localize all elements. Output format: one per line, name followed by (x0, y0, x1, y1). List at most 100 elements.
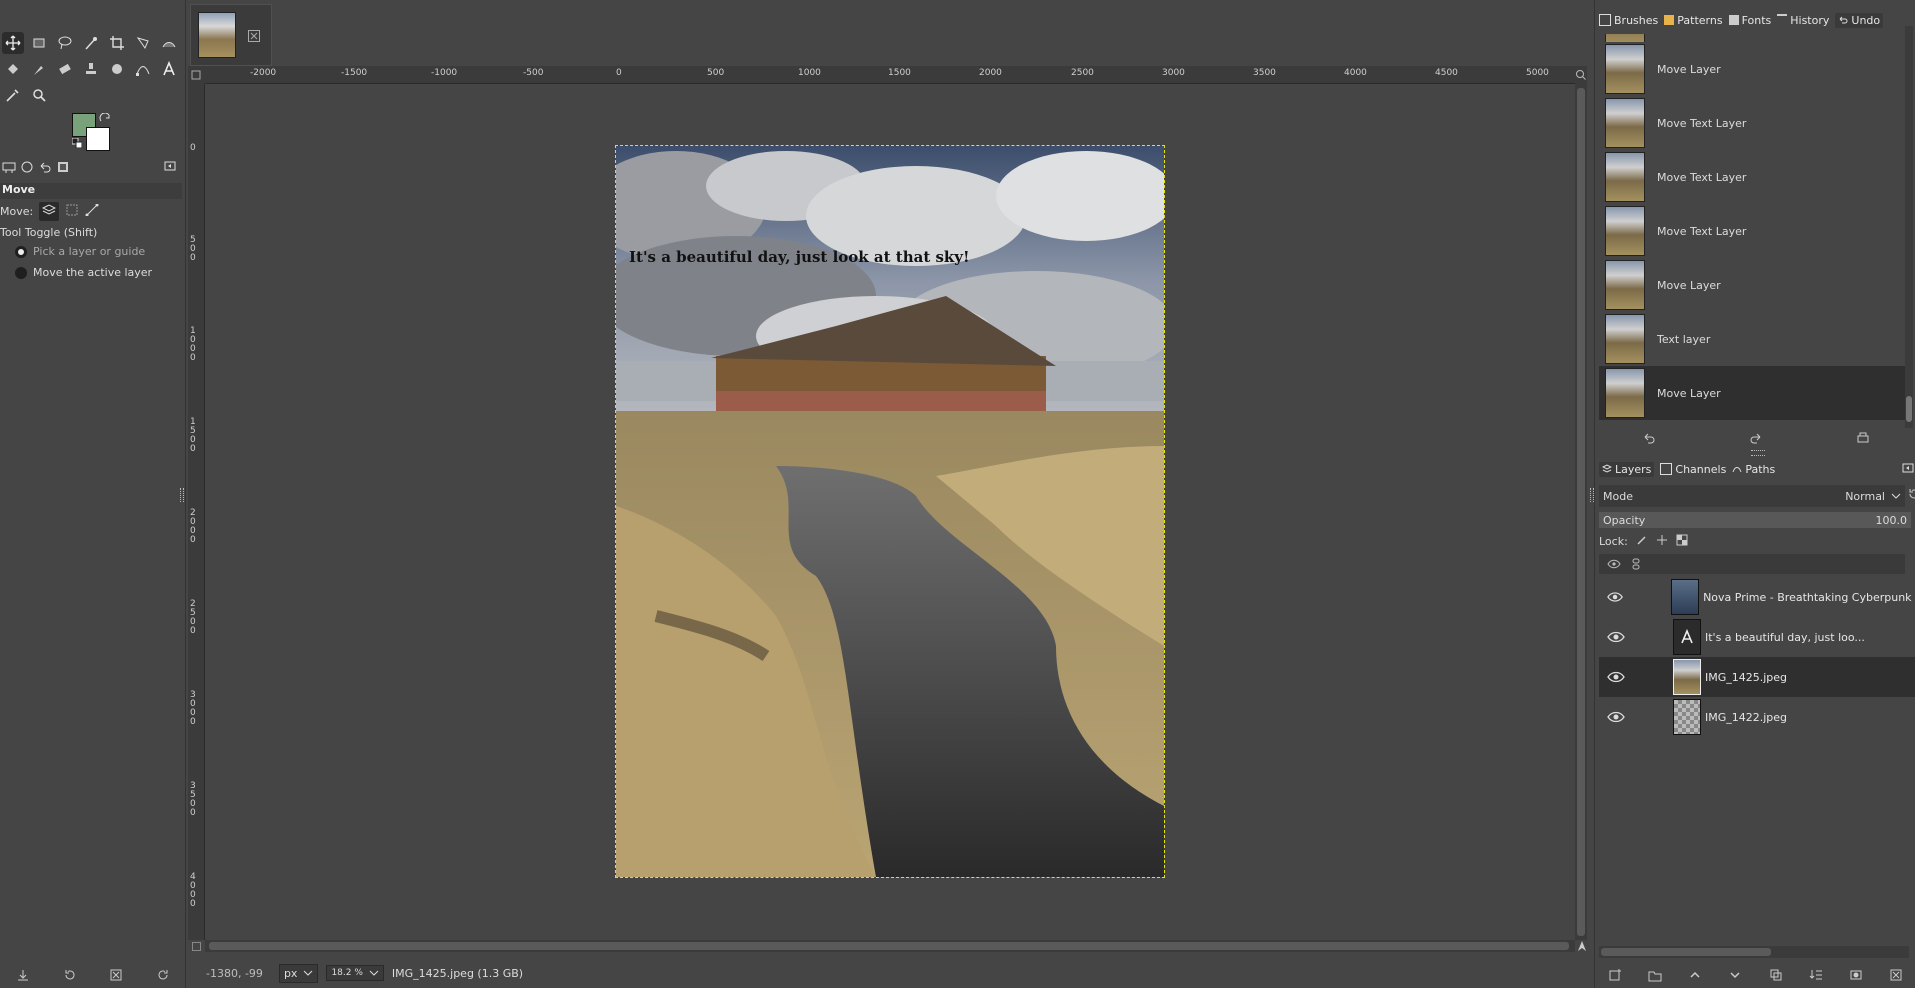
tab-brushes[interactable]: Brushes (1599, 14, 1658, 27)
horizontal-scrollbar[interactable] (205, 940, 1575, 952)
image-caption-text[interactable]: It's a beautiful day, just look at that … (629, 248, 970, 266)
quick-mask-toggle[interactable] (192, 942, 201, 951)
move-active-layer-radio[interactable]: Move the active layer (15, 266, 152, 279)
configure-tab-icon[interactable] (1902, 462, 1914, 477)
layer-row[interactable]: IMG_1422.jpeg (1599, 697, 1915, 737)
move-selection-mode-icon[interactable] (65, 204, 79, 219)
paths-tool-icon[interactable] (132, 58, 154, 80)
new-layer-icon[interactable] (1608, 968, 1622, 982)
swap-colors-icon[interactable] (99, 112, 111, 128)
ruler-corner[interactable] (188, 66, 205, 84)
pick-layer-radio[interactable]: Pick a layer or guide (15, 245, 145, 258)
smudge-tool-icon[interactable] (106, 58, 128, 80)
tab-patterns[interactable]: Patterns (1664, 14, 1723, 27)
layer-row[interactable]: It's a beautiful day, just loo... (1599, 617, 1915, 657)
eye-icon[interactable] (1607, 671, 1625, 683)
transform-tool-icon[interactable] (132, 32, 154, 54)
configure-tab-icon[interactable] (164, 160, 176, 178)
tab-fonts[interactable]: Fonts (1728, 14, 1771, 27)
lock-pixels-icon[interactable] (1636, 534, 1648, 549)
layer-name: Nova Prime - Breathtaking Cyberpunk Amb (1703, 590, 1915, 604)
layer-mask-icon[interactable] (1849, 968, 1863, 982)
layer-row[interactable]: IMG_1425.jpeg (1599, 657, 1915, 697)
toolbox-resize-grip[interactable] (180, 488, 184, 502)
zoom-corner-icon[interactable] (1575, 66, 1587, 84)
layer-row[interactable]: Nova Prime - Breathtaking Cyberpunk Amb (1599, 577, 1915, 617)
pick-layer-radio-dot[interactable] (15, 245, 27, 258)
tab-channels[interactable]: Channels (1660, 463, 1726, 476)
close-tab-icon[interactable] (248, 30, 260, 45)
eraser-tool-icon[interactable] (54, 58, 76, 80)
vertical-scroll-thumb[interactable] (1577, 88, 1585, 936)
redo-icon[interactable] (1749, 431, 1763, 445)
tab-layers[interactable]: Layers (1599, 461, 1655, 477)
paintbrush-tool-icon[interactable] (28, 58, 50, 80)
save-options-icon[interactable] (16, 968, 30, 982)
tab-undo[interactable]: Undo (1835, 12, 1884, 28)
delete-layer-icon[interactable] (1889, 968, 1903, 982)
vruler-label: 1500 (190, 417, 196, 454)
history-item[interactable]: Move Text Layer (1599, 204, 1905, 258)
unit-select[interactable]: px (278, 963, 319, 983)
tab-paths[interactable]: Paths (1732, 463, 1775, 476)
tool-options-tab-icon[interactable] (2, 160, 16, 178)
bucket-fill-tool-icon[interactable] (2, 58, 24, 80)
history-item[interactable]: Move Text Layer (1599, 96, 1905, 150)
vertical-scrollbar[interactable] (1575, 84, 1587, 940)
move-layer-mode-icon[interactable] (39, 202, 60, 221)
horizontal-scroll-thumb[interactable] (209, 942, 1569, 950)
images-tab-icon[interactable] (56, 160, 70, 178)
move-active-layer-radio-dot[interactable] (15, 266, 27, 279)
history-item[interactable]: Move Layer (1599, 366, 1905, 420)
undo-icon[interactable] (1642, 431, 1656, 445)
eye-icon[interactable] (1607, 711, 1625, 723)
reset-options-icon[interactable] (156, 968, 170, 982)
move-tool-icon[interactable] (2, 32, 24, 54)
zoom-tool-icon[interactable] (28, 84, 50, 106)
history-scrollbar[interactable] (1905, 26, 1913, 428)
dock-resize-grip[interactable] (1751, 450, 1765, 456)
eye-icon[interactable] (1607, 591, 1623, 603)
history-item[interactable]: Move Layer (1599, 42, 1905, 96)
rect-select-tool-icon[interactable] (28, 32, 50, 54)
lock-alpha-icon[interactable] (1676, 534, 1688, 549)
clear-history-icon[interactable] (1856, 431, 1870, 445)
navigate-icon[interactable] (1577, 940, 1587, 955)
delete-options-icon[interactable] (109, 968, 123, 982)
duplicate-layer-icon[interactable] (1769, 968, 1783, 982)
history-item[interactable]: Move Layer (1599, 258, 1905, 312)
clone-tool-icon[interactable] (80, 58, 102, 80)
lower-layer-icon[interactable] (1728, 968, 1742, 982)
crop-tool-icon[interactable] (106, 32, 128, 54)
fuzzy-select-tool-icon[interactable] (80, 32, 102, 54)
color-picker-tool-icon[interactable] (2, 84, 24, 106)
zoom-select[interactable]: 18.2 % (326, 965, 384, 981)
new-layer-group-icon[interactable] (1648, 968, 1662, 982)
history-item[interactable]: Text layer (1599, 312, 1905, 366)
layers-hscroll-thumb[interactable] (1601, 948, 1771, 956)
dock-side-grip[interactable] (1590, 488, 1594, 502)
history-item[interactable]: Move Text Layer (1599, 150, 1905, 204)
background-color-swatch[interactable] (86, 127, 110, 151)
default-colors-icon[interactable] (71, 137, 83, 151)
horizontal-ruler[interactable]: -2000 -1500 -1000 -500 0 500 1000 1500 2… (205, 66, 1575, 84)
lasso-tool-icon[interactable] (54, 32, 76, 54)
warp-tool-icon[interactable] (158, 32, 180, 54)
undo-history-tab-icon[interactable] (38, 160, 52, 178)
image-tab-thumbnail[interactable] (198, 12, 236, 58)
raise-layer-icon[interactable] (1688, 968, 1702, 982)
history-scroll-thumb[interactable] (1906, 396, 1912, 422)
opacity-slider[interactable]: Opacity 100.0 (1599, 512, 1911, 528)
move-path-mode-icon[interactable] (85, 203, 99, 219)
text-tool-icon[interactable] (158, 58, 180, 80)
tab-history[interactable]: History (1777, 14, 1829, 27)
lock-position-icon[interactable] (1656, 534, 1668, 549)
eye-icon[interactable] (1607, 631, 1625, 643)
mode-reset-icon[interactable] (1907, 487, 1915, 504)
mode-select[interactable]: Mode Normal (1599, 485, 1905, 507)
merge-down-icon[interactable] (1809, 968, 1823, 982)
vertical-ruler[interactable]: 0 500 1000 1500 2000 2500 3000 3500 4000 (188, 84, 205, 940)
layers-hscrollbar[interactable] (1599, 946, 1909, 958)
device-status-tab-icon[interactable] (20, 160, 34, 178)
restore-options-icon[interactable] (63, 968, 77, 982)
